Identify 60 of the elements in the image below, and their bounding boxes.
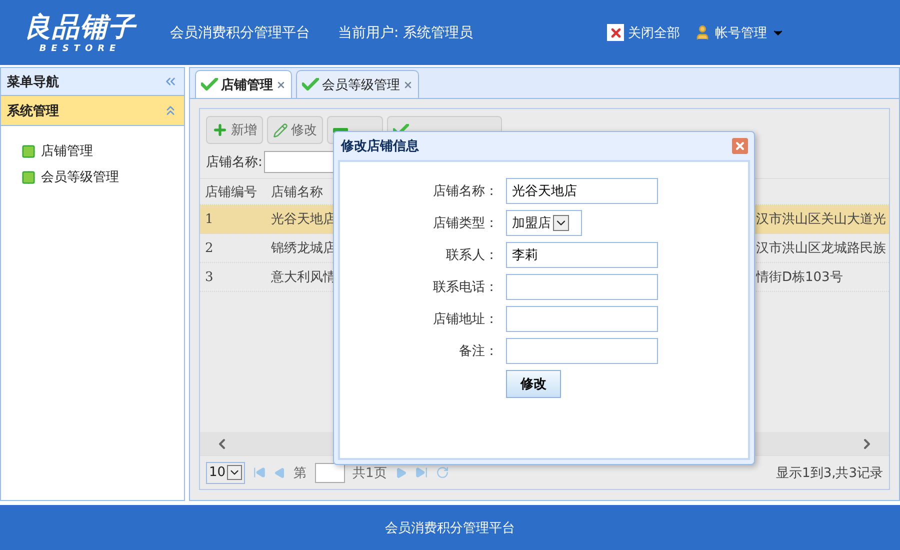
- close-button[interactable]: [732, 138, 748, 154]
- logo-name: 良品铺子: [24, 12, 136, 44]
- close-all-link[interactable]: 关闭全部: [607, 24, 680, 42]
- caret-icon: [226, 465, 242, 480]
- submit-button[interactable]: 修改: [506, 370, 561, 398]
- table-cell-text: 汉市洪山区龙城路民族: [756, 240, 887, 257]
- plus-icon: [212, 122, 228, 138]
- sidebar-item[interactable]: 会员等级管理: [1, 164, 184, 190]
- store-type-select[interactable]: 加盟店: [506, 210, 582, 236]
- edit-button[interactable]: 修改: [267, 116, 323, 144]
- field-label: 店铺类型：: [432, 215, 498, 232]
- pencil-icon: [273, 122, 288, 138]
- page-count: 共1页: [352, 464, 387, 482]
- input-field[interactable]: 光谷天地店: [506, 178, 658, 204]
- table-cell-text: 汉市洪山区关山大道光: [756, 211, 887, 228]
- field-label: 联系人：: [445, 247, 498, 264]
- check-icon: [302, 78, 319, 91]
- next-page-icon[interactable]: [394, 466, 407, 478]
- input-field[interactable]: [506, 306, 658, 332]
- sidebar-title: 菜单导航: [7, 74, 59, 90]
- caret-icon: [553, 215, 569, 231]
- refresh-icon[interactable]: [436, 466, 449, 479]
- user-icon: [694, 24, 711, 41]
- add-button[interactable]: 新增: [206, 116, 263, 144]
- column-header: 店铺编号: [204, 184, 258, 200]
- close-icon[interactable]: [403, 80, 413, 90]
- current-user: 当前用户: 系统管理员: [338, 24, 474, 42]
- last-page-icon[interactable]: [414, 466, 428, 479]
- tab[interactable]: 店铺管理: [195, 70, 292, 98]
- page-size-select[interactable]: 10: [206, 462, 245, 484]
- close-icon[interactable]: [276, 80, 286, 90]
- menu-group-header[interactable]: 系统管理: [1, 96, 184, 126]
- input-field[interactable]: 李莉: [506, 242, 658, 268]
- search-label: 店铺名称:: [206, 154, 262, 171]
- column-header: 店铺名称: [270, 184, 324, 200]
- logo-subtitle: BESTORE: [39, 44, 121, 54]
- input-field[interactable]: [506, 274, 658, 300]
- field-label: 联系电话：: [432, 279, 498, 296]
- app-title: 会员消费积分管理平台: [170, 24, 310, 42]
- footer-text: 会员消费积分管理平台: [385, 520, 515, 536]
- page-label: 第: [294, 464, 307, 482]
- dialog-title: 修改店铺信息: [341, 138, 419, 155]
- field-label: 备注：: [458, 343, 498, 360]
- table-cell-text: 3: [204, 270, 214, 284]
- close-icon: [734, 140, 746, 152]
- account-menu[interactable]: 帐号管理: [694, 24, 785, 42]
- page-number-field[interactable]: [314, 462, 345, 482]
- tab[interactable]: 会员等级管理: [296, 70, 419, 98]
- table-cell-text: 2: [204, 240, 214, 256]
- field-label: 店铺地址：: [432, 311, 498, 328]
- sidebar-item[interactable]: 店铺管理: [1, 138, 184, 164]
- input-field[interactable]: [506, 338, 658, 364]
- check-icon: [201, 78, 218, 91]
- close-icon: [607, 24, 624, 41]
- first-page-icon[interactable]: [252, 466, 266, 479]
- previous-page-icon[interactable]: [274, 466, 286, 478]
- field-label: 店铺名称：: [432, 183, 498, 200]
- table-cell-text: 1: [204, 212, 214, 226]
- record-summary: 显示1到3,共3记录: [776, 464, 883, 482]
- table-cell-text: 情街D栋103号: [756, 269, 844, 286]
